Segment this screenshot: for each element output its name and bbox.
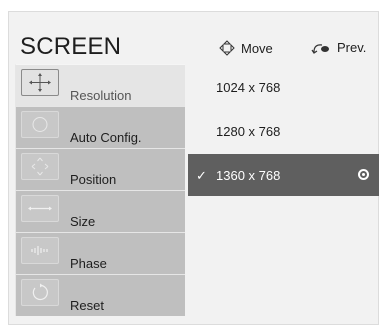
menu-item-resolution[interactable]: Resolution	[15, 64, 185, 106]
check-icon: ✓	[196, 168, 207, 183]
menu-item-label: Size	[70, 214, 96, 229]
page-title: SCREEN	[20, 33, 122, 60]
menu-item-auto-config[interactable]: Auto Config.	[15, 106, 185, 148]
prev-hint-label: Prev.	[337, 40, 367, 55]
resolution-option-label: 1360 x 768	[216, 168, 281, 183]
reset-icon	[21, 279, 59, 306]
back-arrow-icon	[311, 43, 329, 54]
menu-item-reset[interactable]: Reset	[15, 274, 185, 316]
prev-hint: Prev.	[311, 40, 366, 55]
resolution-icon	[21, 69, 59, 96]
move-icon	[219, 40, 235, 56]
size-icon	[21, 195, 59, 222]
menu-item-label: Phase	[70, 256, 107, 271]
menu-item-label: Position	[70, 172, 117, 187]
move-hint-label: Move	[241, 40, 273, 56]
move-hint: Move	[219, 40, 273, 56]
radio-selected-icon	[358, 169, 369, 180]
resolution-option-label: 1024 x 768	[216, 80, 281, 95]
menu-item-label: Resolution	[70, 88, 132, 103]
resolution-option-1360x768[interactable]: ✓ 1360 x 768	[188, 154, 379, 196]
menu-item-size[interactable]: Size	[15, 190, 185, 232]
menu-item-label: Auto Config.	[70, 130, 142, 145]
menu-item-phase[interactable]: Phase	[15, 232, 185, 274]
position-icon	[21, 153, 59, 180]
resolution-option-1280x768[interactable]: 1280 x 768	[188, 110, 379, 152]
resolution-options: 1024 x 768 1280 x 768 ✓ 1360 x 768	[188, 62, 379, 325]
phase-icon	[21, 237, 59, 264]
menu-item-position[interactable]: Position	[15, 148, 185, 190]
menu-item-label: Reset	[70, 298, 104, 313]
auto-config-icon	[21, 111, 59, 138]
screen-menu-list: Resolution Auto Config. Position Size Ph…	[15, 64, 185, 328]
resolution-option-label: 1280 x 768	[216, 124, 281, 139]
resolution-option-1024x768[interactable]: 1024 x 768	[188, 66, 379, 108]
